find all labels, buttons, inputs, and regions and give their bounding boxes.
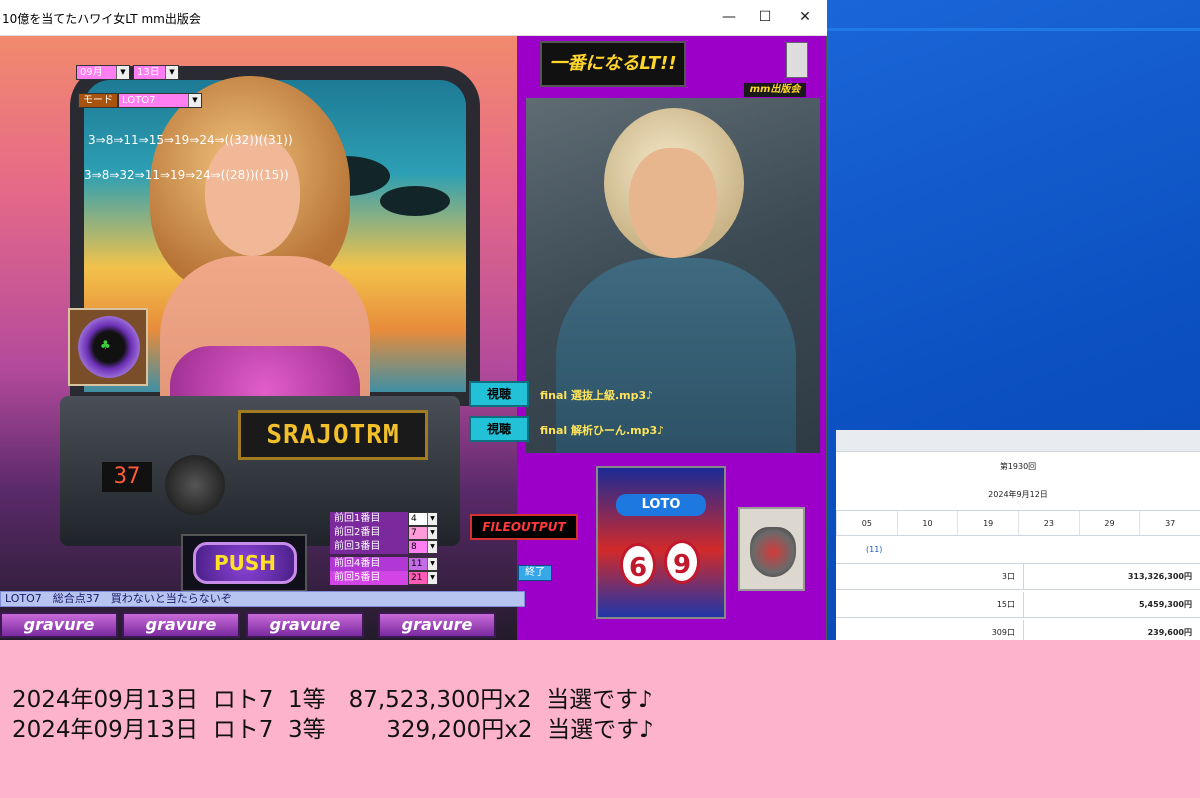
file-output-button[interactable]: FILEOUTPUT [470,514,578,540]
announcement-line-2: 2024年09月13日 ロト7 3等 329,200円x2 当選です♪ [12,717,654,743]
listen-button-2[interactable]: 視聴 [469,416,529,442]
machine-digits: 37 [102,462,152,492]
winning-number: 19 [957,511,1018,535]
face-graphic [205,136,300,256]
emblem-button[interactable] [738,507,805,591]
emblem-icon [750,527,796,577]
sheet-header-bar [836,430,1200,452]
chevron-down-icon[interactable]: ▼ [188,94,201,107]
day-value: 13日 [137,67,160,78]
previous-1-select[interactable]: 4 ▼ [408,512,438,526]
window-title: 10億を当てたハワイ女LT mm出版会 [2,12,201,26]
portrait-stamp-icon [786,42,808,78]
push-label: PUSH [193,542,297,584]
previous-3-value: 8 [411,542,417,552]
previous-2-value: 7 [411,528,417,538]
track-name-1: final 選抜上級.mp3♪ [540,389,654,402]
chevron-down-icon[interactable]: ▼ [116,66,129,79]
clover-icon: ♣ [100,338,111,352]
publisher-label: mm出版会 [744,83,806,97]
bonus-number: (11) [866,545,883,554]
prize-units: 3口 [836,564,1024,590]
mode-label: モード [78,93,118,108]
loto-ball-right: 9 [664,540,700,584]
winning-number: 23 [1018,511,1079,535]
prize-amount: 313,326,300円 [1127,572,1192,581]
winning-number: 10 [896,511,958,535]
sheet-round: 第1930回 [999,462,1037,471]
sequence-line-2: 3⇒8⇒32⇒11⇒19⇒24⇒((28))((15)) [84,168,289,182]
app-logo: 一番になるLT!! [540,41,686,87]
minimize-button[interactable]: — [718,6,740,28]
sequence-line-1: 3⇒8⇒11⇒15⇒19⇒24⇒((32))((31)) [88,133,293,147]
desktop-stripe [827,28,1200,31]
status-bar: LOTO7 総合点37 買わないと当たらないぞ [0,591,525,607]
chevron-down-icon[interactable]: ▼ [427,558,437,570]
chevron-down-icon[interactable]: ▼ [427,541,437,553]
previous-4-select[interactable]: 11 ▼ [408,557,438,571]
push-button[interactable]: PUSH [181,534,307,592]
month-value: 09月 [80,67,103,78]
spin-disc-button[interactable]: ♣ [68,308,148,386]
chevron-down-icon[interactable]: ▼ [427,513,437,525]
winning-number: 29 [1078,511,1140,535]
prize-amount: 5,459,300円 [1138,600,1192,609]
mode-value: LOTO7 [122,95,156,106]
palm-tree-graphic [380,186,450,216]
joystick-knob-graphic [165,455,225,515]
maximize-button[interactable]: ☐ [754,6,776,28]
winning-number: 37 [1139,511,1200,535]
previous-5-select[interactable]: 21 ▼ [408,571,438,585]
announcement-line-1: 2024年09月13日 ロト7 1等 87,523,300円x2 当選です♪ [12,687,653,713]
chevron-down-icon[interactable]: ▼ [427,572,437,584]
exit-button[interactable]: 終了 [518,565,552,581]
day-select[interactable]: 13日 ▼ [133,65,179,80]
prize-units: 15口 [836,592,1024,618]
previous-1-value: 4 [411,514,417,524]
winning-numbers-row: 05 10 19 23 29 37 [836,510,1200,536]
gravure-tile[interactable]: gravure [122,612,240,638]
bonus-row: (11) [836,536,1200,564]
results-sheet: 第1930回 2024年9月12日 05 10 19 23 29 37 (11)… [836,430,1200,646]
previous-2-select[interactable]: 7 ▼ [408,526,438,540]
month-select[interactable]: 09月 ▼ [76,65,130,80]
photo-face-graphic [629,148,717,258]
loto-card-image: LOTO 6 9 [596,466,726,619]
machine-marquee: SRAJOTRM [238,410,428,460]
gravure-tile[interactable]: gravure [0,612,118,638]
winning-number: 05 [836,511,897,535]
track-name-2: final 解析ひーん.mp3♪ [540,424,665,437]
gravure-tile[interactable]: gravure [246,612,364,638]
previous-5-value: 21 [411,573,423,583]
gravure-tile[interactable]: gravure [378,612,496,638]
app-window: 10億を当てたハワイ女LT mm出版会 — ☐ ✕ SRAJOTRM 37 09… [0,0,827,640]
close-button[interactable]: ✕ [794,6,816,28]
loto-tag: LOTO [616,494,706,516]
chevron-down-icon[interactable]: ▼ [165,66,178,79]
prize-row: 3口 313,326,300円 [836,564,1200,590]
win-announcement-banner: 2024年09月13日 ロト7 1等 87,523,300円x2 当選です♪ 2… [0,640,1200,798]
listen-button-1[interactable]: 視聴 [469,381,529,407]
prize-row: 15口 5,459,300円 [836,592,1200,618]
previous-3-select[interactable]: 8 ▼ [408,540,438,554]
title-bar: 10億を当てたハワイ女LT mm出版会 — ☐ ✕ [0,0,827,36]
loto-ball-left: 6 [620,543,656,587]
sheet-date: 2024年9月12日 [988,490,1048,499]
chevron-down-icon[interactable]: ▼ [427,527,437,539]
mode-select[interactable]: LOTO7 ▼ [118,93,202,108]
previous-4-value: 11 [411,559,423,569]
